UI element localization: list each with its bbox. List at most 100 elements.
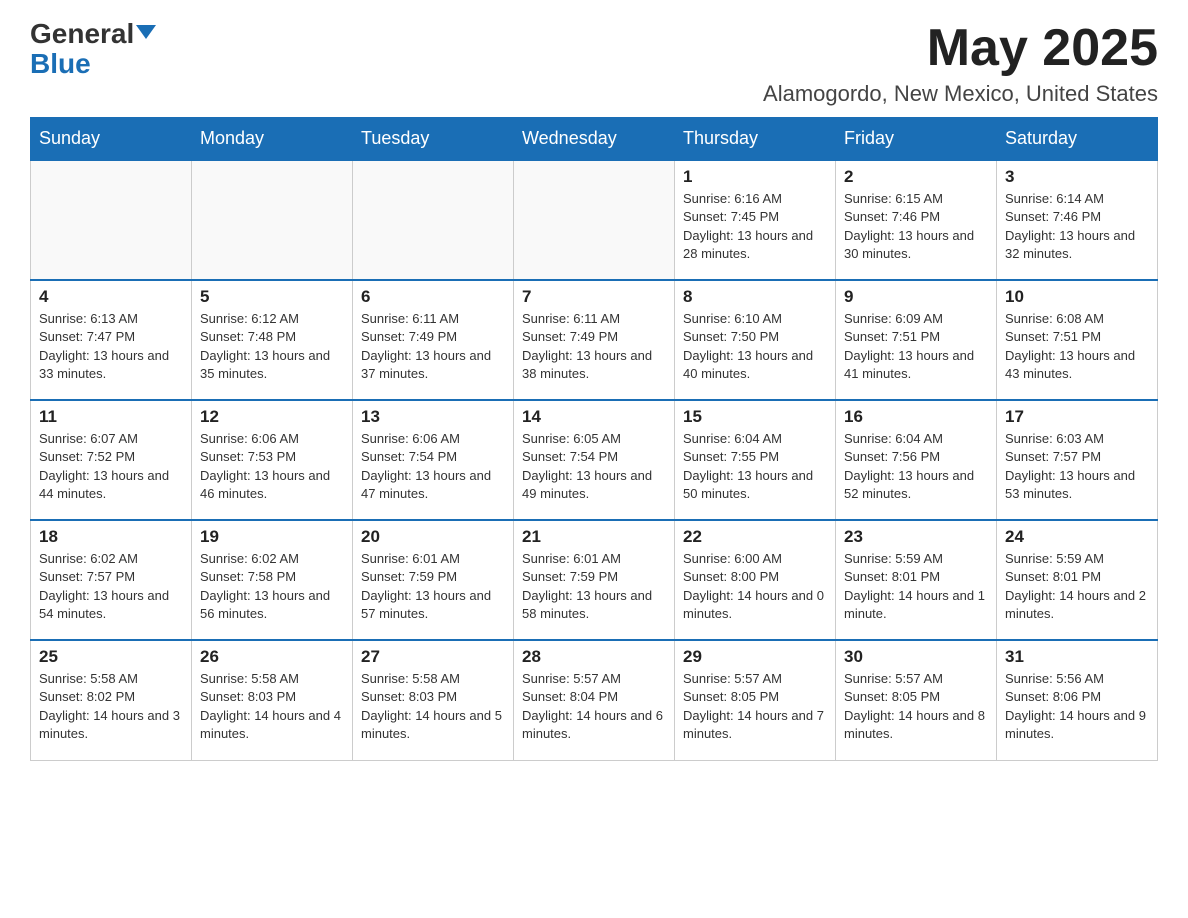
day-number: 2 [844, 167, 988, 187]
calendar-cell: 8 Sunrise: 6:10 AM Sunset: 7:50 PM Daylig… [675, 280, 836, 400]
calendar-cell: 5Sunrise: 6:12 AM Sunset: 7:48 PM Daylig… [192, 280, 353, 400]
calendar-week-row: 25Sunrise: 5:58 AM Sunset: 8:02 PM Dayli… [31, 640, 1158, 760]
day-number: 29 [683, 647, 827, 667]
calendar-header-monday: Monday [192, 118, 353, 161]
calendar-cell: 13Sunrise: 6:06 AM Sunset: 7:54 PM Dayli… [353, 400, 514, 520]
day-info: Sunrise: 5:59 AM Sunset: 8:01 PM Dayligh… [1005, 550, 1149, 623]
day-number: 4 [39, 287, 183, 307]
day-info: Sunrise: 5:56 AM Sunset: 8:06 PM Dayligh… [1005, 670, 1149, 743]
day-info: Sunrise: 6:03 AM Sunset: 7:57 PM Dayligh… [1005, 430, 1149, 503]
day-number: 14 [522, 407, 666, 427]
title-block: May 2025 Alamogordo, New Mexico, United … [763, 20, 1158, 107]
location-title: Alamogordo, New Mexico, United States [763, 81, 1158, 107]
calendar-cell [192, 160, 353, 280]
day-number: 3 [1005, 167, 1149, 187]
calendar-cell: 19Sunrise: 6:02 AM Sunset: 7:58 PM Dayli… [192, 520, 353, 640]
calendar-cell: 22Sunrise: 6:00 AM Sunset: 8:00 PM Dayli… [675, 520, 836, 640]
calendar-cell: 29 Sunrise: 5:57 AM Sunset: 8:05 PM Dayli… [675, 640, 836, 760]
calendar-cell: 7Sunrise: 6:11 AM Sunset: 7:49 PM Daylig… [514, 280, 675, 400]
day-info: Sunrise: 5:58 AM Sunset: 8:03 PM Dayligh… [200, 670, 344, 743]
calendar-cell: 11 Sunrise: 6:07 AM Sunset: 7:52 PM Dayli… [31, 400, 192, 520]
calendar-week-row: 4 Sunrise: 6:13 AM Sunset: 7:47 PM Daylig… [31, 280, 1158, 400]
day-number: 30 [844, 647, 988, 667]
day-number: 28 [522, 647, 666, 667]
day-info: Sunrise: 6:13 AM Sunset: 7:47 PM Dayligh… [39, 310, 183, 383]
day-info: Sunrise: 6:11 AM Sunset: 7:49 PM Dayligh… [361, 310, 505, 383]
day-number: 15 [683, 407, 827, 427]
calendar-cell: 27Sunrise: 5:58 AM Sunset: 8:03 PM Dayli… [353, 640, 514, 760]
day-info: Sunrise: 5:59 AM Sunset: 8:01 PM Dayligh… [844, 550, 988, 623]
calendar-cell: 26 Sunrise: 5:58 AM Sunset: 8:03 PM Dayli… [192, 640, 353, 760]
day-number: 8 [683, 287, 827, 307]
calendar-cell: 10Sunrise: 6:08 AM Sunset: 7:51 PM Dayli… [997, 280, 1158, 400]
calendar-cell: 6 Sunrise: 6:11 AM Sunset: 7:49 PM Daylig… [353, 280, 514, 400]
day-info: Sunrise: 6:01 AM Sunset: 7:59 PM Dayligh… [522, 550, 666, 623]
calendar-cell [31, 160, 192, 280]
day-number: 26 [200, 647, 344, 667]
day-info: Sunrise: 6:08 AM Sunset: 7:51 PM Dayligh… [1005, 310, 1149, 383]
day-number: 20 [361, 527, 505, 547]
calendar-cell: 16 Sunrise: 6:04 AM Sunset: 7:56 PM Dayli… [836, 400, 997, 520]
day-number: 22 [683, 527, 827, 547]
calendar-header-tuesday: Tuesday [353, 118, 514, 161]
day-info: Sunrise: 5:57 AM Sunset: 8:04 PM Dayligh… [522, 670, 666, 743]
calendar-week-row: 18Sunrise: 6:02 AM Sunset: 7:57 PM Dayli… [31, 520, 1158, 640]
calendar-week-row: 11 Sunrise: 6:07 AM Sunset: 7:52 PM Dayli… [31, 400, 1158, 520]
calendar-cell: 9 Sunrise: 6:09 AM Sunset: 7:51 PM Daylig… [836, 280, 997, 400]
day-info: Sunrise: 5:58 AM Sunset: 8:03 PM Dayligh… [361, 670, 505, 743]
calendar-cell: 4 Sunrise: 6:13 AM Sunset: 7:47 PM Daylig… [31, 280, 192, 400]
calendar-cell [353, 160, 514, 280]
calendar-week-row: 1 Sunrise: 6:16 AM Sunset: 7:45 PM Daylig… [31, 160, 1158, 280]
day-info: Sunrise: 6:09 AM Sunset: 7:51 PM Dayligh… [844, 310, 988, 383]
day-number: 24 [1005, 527, 1149, 547]
day-number: 12 [200, 407, 344, 427]
calendar-header-wednesday: Wednesday [514, 118, 675, 161]
calendar-cell: 28 Sunrise: 5:57 AM Sunset: 8:04 PM Dayli… [514, 640, 675, 760]
calendar-cell: 15 Sunrise: 6:04 AM Sunset: 7:55 PM Dayli… [675, 400, 836, 520]
logo-general: General [30, 20, 134, 48]
calendar-cell: 31 Sunrise: 5:56 AM Sunset: 8:06 PM Dayli… [997, 640, 1158, 760]
calendar-cell: 17 Sunrise: 6:03 AM Sunset: 7:57 PM Dayli… [997, 400, 1158, 520]
calendar-cell [514, 160, 675, 280]
day-info: Sunrise: 6:16 AM Sunset: 7:45 PM Dayligh… [683, 190, 827, 263]
day-info: Sunrise: 6:04 AM Sunset: 7:56 PM Dayligh… [844, 430, 988, 503]
calendar-header-thursday: Thursday [675, 118, 836, 161]
calendar-cell: 2 Sunrise: 6:15 AM Sunset: 7:46 PM Daylig… [836, 160, 997, 280]
calendar-header-saturday: Saturday [997, 118, 1158, 161]
calendar-table: SundayMondayTuesdayWednesdayThursdayFrid… [30, 117, 1158, 761]
day-info: Sunrise: 6:05 AM Sunset: 7:54 PM Dayligh… [522, 430, 666, 503]
day-number: 5 [200, 287, 344, 307]
day-info: Sunrise: 6:10 AM Sunset: 7:50 PM Dayligh… [683, 310, 827, 383]
day-number: 6 [361, 287, 505, 307]
day-number: 16 [844, 407, 988, 427]
calendar-cell: 30 Sunrise: 5:57 AM Sunset: 8:05 PM Dayli… [836, 640, 997, 760]
day-info: Sunrise: 6:02 AM Sunset: 7:58 PM Dayligh… [200, 550, 344, 623]
day-number: 11 [39, 407, 183, 427]
day-number: 21 [522, 527, 666, 547]
day-number: 13 [361, 407, 505, 427]
calendar-cell: 20 Sunrise: 6:01 AM Sunset: 7:59 PM Dayli… [353, 520, 514, 640]
month-title: May 2025 [763, 20, 1158, 77]
day-info: Sunrise: 6:14 AM Sunset: 7:46 PM Dayligh… [1005, 190, 1149, 263]
day-info: Sunrise: 6:06 AM Sunset: 7:53 PM Dayligh… [200, 430, 344, 503]
calendar-header-row: SundayMondayTuesdayWednesdayThursdayFrid… [31, 118, 1158, 161]
calendar-cell: 25Sunrise: 5:58 AM Sunset: 8:02 PM Dayli… [31, 640, 192, 760]
logo-triangle-icon [136, 25, 156, 39]
day-info: Sunrise: 5:57 AM Sunset: 8:05 PM Dayligh… [683, 670, 827, 743]
day-info: Sunrise: 6:01 AM Sunset: 7:59 PM Dayligh… [361, 550, 505, 623]
day-number: 1 [683, 167, 827, 187]
day-number: 25 [39, 647, 183, 667]
day-number: 9 [844, 287, 988, 307]
day-info: Sunrise: 6:07 AM Sunset: 7:52 PM Dayligh… [39, 430, 183, 503]
calendar-header-friday: Friday [836, 118, 997, 161]
day-info: Sunrise: 6:11 AM Sunset: 7:49 PM Dayligh… [522, 310, 666, 383]
day-info: Sunrise: 6:04 AM Sunset: 7:55 PM Dayligh… [683, 430, 827, 503]
day-info: Sunrise: 5:57 AM Sunset: 8:05 PM Dayligh… [844, 670, 988, 743]
calendar-header-sunday: Sunday [31, 118, 192, 161]
calendar-cell: 1 Sunrise: 6:16 AM Sunset: 7:45 PM Daylig… [675, 160, 836, 280]
day-info: Sunrise: 6:15 AM Sunset: 7:46 PM Dayligh… [844, 190, 988, 263]
day-number: 17 [1005, 407, 1149, 427]
day-number: 31 [1005, 647, 1149, 667]
calendar-cell: 12 Sunrise: 6:06 AM Sunset: 7:53 PM Dayli… [192, 400, 353, 520]
day-number: 18 [39, 527, 183, 547]
